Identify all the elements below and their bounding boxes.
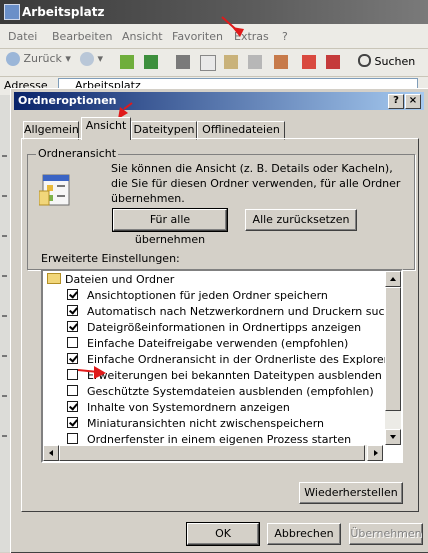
explorer-title-bar[interactable]: Arbeitsplatz — [0, 0, 428, 24]
horizontal-scrollbar[interactable] — [43, 445, 383, 461]
checkbox[interactable] — [67, 353, 78, 364]
reset-all-button[interactable]: Alle zurücksetzen — [245, 209, 357, 231]
restore-defaults-button[interactable]: Wiederherstellen — [299, 482, 403, 504]
explorer-title: Arbeitsplatz — [22, 5, 105, 19]
dialog-title: Ordneroptionen — [18, 94, 117, 107]
back-button[interactable]: Zurück ▾ — [6, 52, 71, 72]
arrow-right-icon — [374, 450, 378, 456]
advanced-settings-list[interactable]: Dateien und Ordner Ansichtoptionen für j… — [41, 269, 403, 463]
search-button[interactable]: Suchen — [358, 54, 415, 74]
checkbox[interactable] — [67, 417, 78, 428]
arrow-left-icon — [49, 450, 53, 456]
horizontal-scroll-thumb[interactable] — [59, 445, 365, 461]
list-item-label: Inhalte von Systemordnern anzeigen — [87, 401, 290, 414]
forward-arrow-icon — [80, 52, 94, 66]
vertical-scrollbar[interactable] — [385, 271, 401, 445]
up-folder-icon[interactable] — [120, 55, 134, 69]
cut-icon[interactable] — [176, 55, 190, 69]
dialog-title-bar[interactable]: Ordneroptionen ? × — [14, 92, 424, 110]
folder-view-description: Sie können die Ansicht (z. B. Details od… — [111, 162, 401, 205]
properties-icon[interactable] — [302, 55, 316, 69]
undo-icon[interactable] — [274, 55, 288, 69]
refresh-icon[interactable] — [144, 55, 158, 69]
scroll-up-button[interactable] — [385, 271, 401, 287]
back-arrow-icon — [6, 52, 20, 66]
folder-icon — [47, 273, 61, 284]
folder-view-legend: Ordneransicht — [36, 147, 119, 160]
arrow-up-icon — [390, 277, 396, 281]
copy-icon[interactable] — [200, 55, 216, 71]
checkbox[interactable] — [67, 305, 78, 316]
close-button[interactable]: × — [405, 94, 421, 109]
computer-icon — [4, 4, 20, 20]
folder-view-icon — [39, 174, 70, 206]
list-item-label: Einfache Ordneransicht in der Ordnerlist… — [87, 353, 401, 366]
list-item-label: Automatisch nach Netzwerkordnern und Dru… — [87, 305, 403, 318]
delete-icon[interactable] — [326, 55, 340, 69]
checkbox[interactable] — [67, 321, 78, 332]
list-item-label: Geschützte Systemdateien ausblenden (emp… — [87, 385, 374, 398]
explorer-toolbar: Zurück ▾ ▾ Suchen — [0, 49, 428, 77]
search-label: Suchen — [374, 55, 416, 68]
list-item-label: Erweiterungen bei bekannten Dateitypen a… — [87, 369, 382, 382]
checkbox[interactable] — [67, 369, 78, 380]
explorer-menu-bar: Datei Bearbeiten Ansicht Favoriten Extra… — [0, 24, 428, 49]
menu-favoriten[interactable]: Favoriten — [172, 30, 223, 43]
back-label: Zurück — [23, 52, 62, 65]
arrow-down-icon — [390, 435, 396, 439]
search-icon — [358, 54, 371, 67]
folder-options-dialog: Ordneroptionen ? × Allgemein Ansicht Dat… — [10, 88, 428, 553]
scroll-right-button[interactable] — [367, 445, 383, 461]
checkbox[interactable] — [67, 289, 78, 300]
forward-button[interactable]: ▾ — [80, 52, 103, 72]
apply-to-all-button[interactable]: Für alle übernehmen — [112, 208, 228, 246]
checkbox[interactable] — [67, 433, 78, 444]
help-button[interactable]: ? — [388, 94, 404, 109]
tab-ansicht[interactable]: Ansicht — [81, 117, 131, 140]
scroll-left-button[interactable] — [43, 445, 59, 461]
ok-button[interactable]: OK — [186, 522, 260, 546]
scroll-down-button[interactable] — [385, 429, 401, 445]
menu-ansicht[interactable]: Ansicht — [122, 30, 163, 43]
menu-help[interactable]: ? — [282, 30, 288, 43]
list-item-label: Ansichtoptionen für jeden Ordner speiche… — [87, 289, 328, 302]
paste-icon[interactable] — [224, 55, 238, 69]
vertical-scroll-thumb[interactable] — [385, 287, 401, 411]
menu-bearbeiten[interactable]: Bearbeiten — [52, 30, 112, 43]
list-item-label: Dateigrößeinformationen in Ordnertipps a… — [87, 321, 362, 334]
list-root-label: Dateien und Ordner — [65, 273, 175, 286]
checkbox[interactable] — [67, 337, 78, 348]
cancel-button[interactable]: Abbrechen — [267, 523, 341, 545]
checkbox[interactable] — [67, 385, 78, 396]
list-item-label: Einfache Dateifreigabe verwenden (empfoh… — [87, 337, 349, 350]
explorer-left-edge — [0, 95, 10, 552]
advanced-settings-label: Erweiterte Einstellungen: — [41, 252, 180, 265]
apply-button[interactable]: Übernehmen — [349, 523, 423, 545]
move-icon[interactable] — [248, 55, 262, 69]
menu-datei[interactable]: Datei — [8, 30, 37, 43]
menu-extras[interactable]: Extras — [234, 30, 269, 43]
checkbox[interactable] — [67, 401, 78, 412]
list-item-label: Miniaturansichten nicht zwischenspeicher… — [87, 417, 324, 430]
